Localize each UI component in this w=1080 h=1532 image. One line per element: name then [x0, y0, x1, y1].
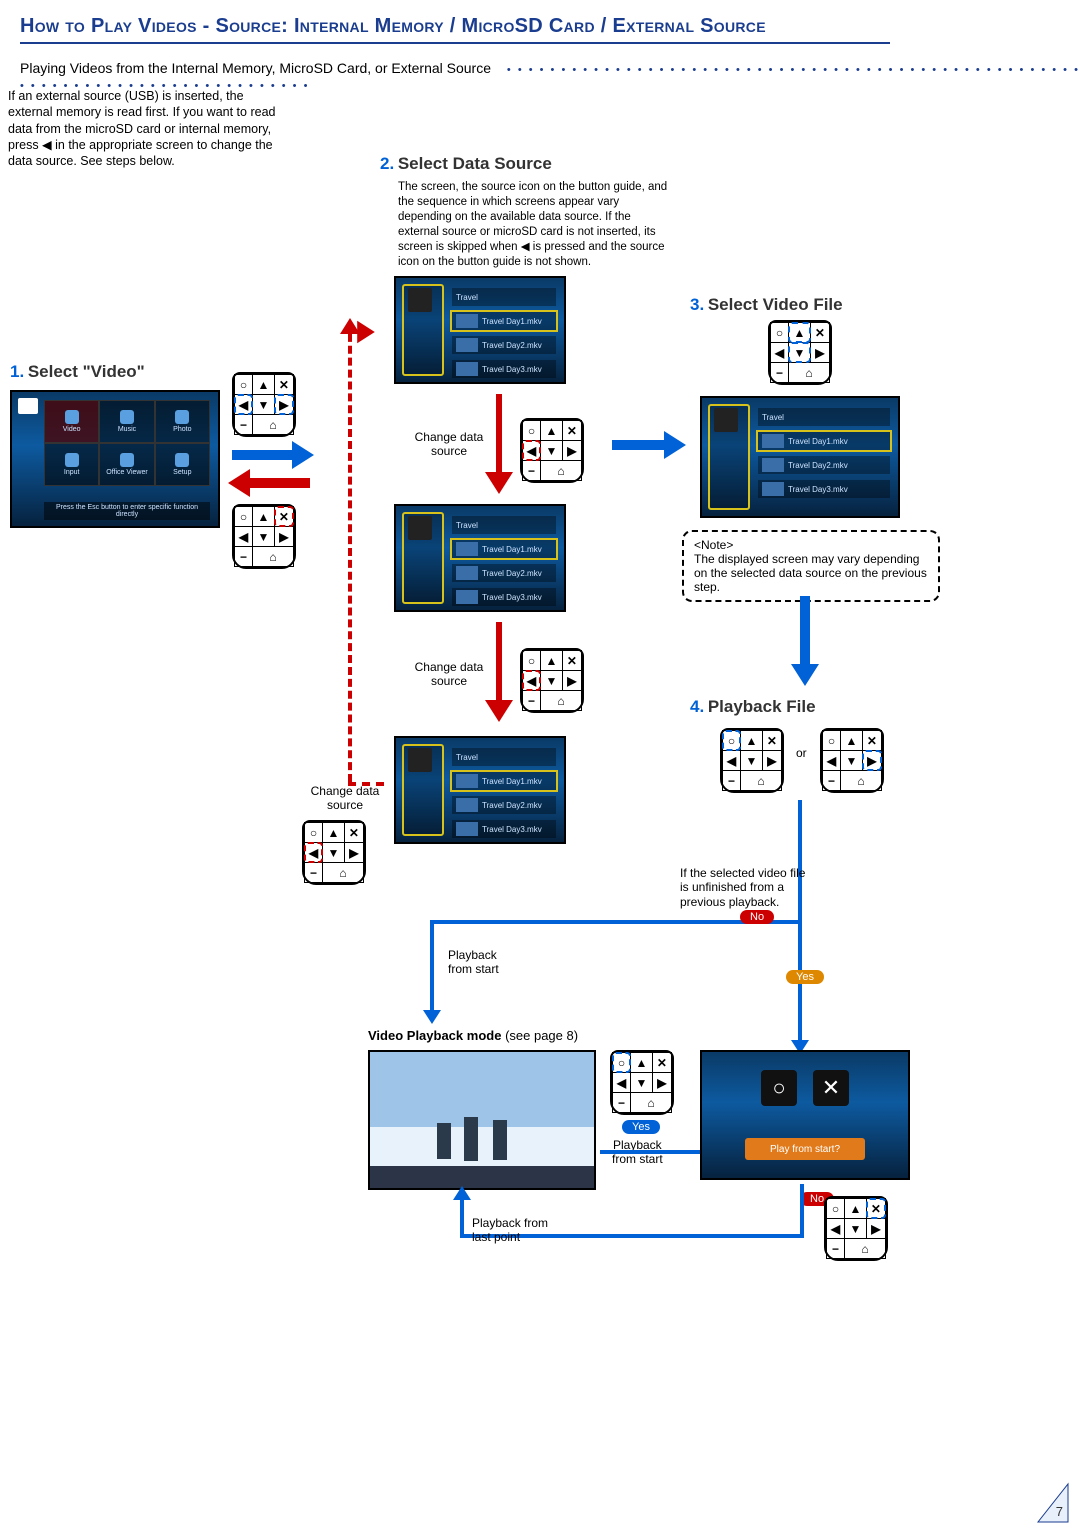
list-item[interactable]: Travel Day3.mkv: [452, 820, 556, 838]
page-title: How to Play Videos - Source: Internal Me…: [20, 15, 766, 37]
pad-left-red: ◀: [523, 441, 541, 461]
pad-left-red: ◀: [523, 671, 541, 691]
step2-title: Select Data Source: [398, 154, 552, 173]
menu-item-video[interactable]: Video: [44, 400, 99, 443]
list-item[interactable]: Travel Day2.mkv: [452, 796, 556, 814]
video-playback-screenshot: [368, 1050, 596, 1190]
page-number-badge: 7: [1036, 1482, 1070, 1524]
button-pad-change-source-3[interactable]: ○▲✕ ◀▼▶ −⌂: [302, 820, 366, 885]
list-item[interactable]: Travel: [452, 748, 556, 766]
change-source-caption-3: Change data source: [300, 784, 390, 813]
note-body: The displayed screen may vary depending …: [694, 552, 927, 594]
menu-item-music[interactable]: Music: [99, 400, 154, 443]
step2-device-sd: Travel Travel Day1.mkv Travel Day2.mkv T…: [394, 504, 566, 612]
dialog-o-button[interactable]: ○: [761, 1070, 797, 1106]
note-box: <Note> The displayed screen may vary dep…: [682, 530, 940, 602]
pad-left-red: ◀: [305, 843, 323, 863]
list-item[interactable]: Travel: [452, 288, 556, 306]
playback-from-last-caption: Playback from last point: [472, 1216, 548, 1245]
list-item[interactable]: Travel Day3.mkv: [452, 360, 556, 378]
step2-body: The screen, the source icon on the butto…: [398, 180, 673, 270]
list-item[interactable]: Travel Day2.mkv: [758, 456, 890, 474]
film-icon: [408, 748, 432, 772]
step1-device-menu: Video Music Photo Input Office Viewer Se…: [10, 390, 220, 528]
intro-text: If an external source (USB) is inserted,…: [8, 88, 278, 169]
list-item[interactable]: Travel Day2.mkv: [452, 564, 556, 582]
film-icon: [408, 516, 432, 540]
pad-up-blue: ▲: [788, 323, 810, 343]
dialog-text: Play from start?: [745, 1138, 865, 1160]
change-source-caption-2: Change data source: [404, 660, 494, 689]
button-pad-playback-no[interactable]: ○▲✕ ◀▼▶ −⌂: [824, 1196, 888, 1261]
button-pad-step1-nav[interactable]: ○▲✕ ◀▼▶ −⌂: [232, 372, 296, 437]
menu-item-office[interactable]: Office Viewer: [99, 443, 154, 486]
list-item[interactable]: Travel Day1.mkv: [758, 432, 890, 450]
pad-right-blue: ▶: [862, 751, 881, 771]
branch-no-pill: No: [740, 910, 774, 924]
header-divider: [20, 42, 890, 44]
note-label: <Note>: [694, 538, 928, 552]
menu-footer: Press the Esc button to enter specific f…: [44, 502, 210, 520]
list-item[interactable]: Travel Day1.mkv: [452, 772, 556, 790]
pad-x-blue: ✕: [866, 1199, 885, 1219]
button-pad-step1-x[interactable]: ○▲✕ ◀▼▶ −⌂: [232, 504, 296, 569]
branch-yes-pill: Yes: [786, 970, 824, 984]
video-playback-mode-label: Video Playback mode (see page 8): [368, 1028, 578, 1043]
pad-left-highlight: ◀: [235, 395, 253, 415]
step1-number: 1.: [10, 362, 24, 381]
menu-item-setup[interactable]: Setup: [155, 443, 210, 486]
button-pad-playback-yes[interactable]: ○▲✕ ◀▼▶ −⌂: [610, 1050, 674, 1115]
dialog-x-button[interactable]: ✕: [813, 1070, 849, 1106]
playback-from-start-caption-1: Playback from start: [448, 948, 499, 977]
step3-device: Travel Travel Day1.mkv Travel Day2.mkv T…: [700, 396, 900, 518]
button-pad-step3-nav[interactable]: ○▲✕ ◀▼▶ −⌂: [768, 320, 832, 385]
or-label: or: [796, 746, 807, 760]
step1-title: Select "Video": [28, 362, 145, 381]
list-item[interactable]: Travel Day1.mkv: [452, 540, 556, 558]
button-pad-step4-right[interactable]: ○▲✕ ◀▼▶ −⌂: [820, 728, 884, 793]
film-icon: [714, 408, 738, 432]
step2-number: 2.: [380, 154, 394, 173]
page-number: 7: [1056, 1504, 1063, 1519]
step2-device-ext: Travel Travel Day1.mkv Travel Day2.mkv T…: [394, 276, 566, 384]
sd-icon: [18, 398, 38, 414]
step4-number: 4.: [690, 697, 704, 716]
play-from-start-dialog: ○ ✕ Play from start?: [700, 1050, 910, 1180]
button-pad-change-source-1[interactable]: ○▲✕ ◀▼▶ −⌂: [520, 418, 584, 483]
menu-item-input[interactable]: Input: [44, 443, 99, 486]
menu-item-photo[interactable]: Photo: [155, 400, 210, 443]
list-item[interactable]: Travel: [758, 408, 890, 426]
yes-pill-playback: Yes: [622, 1120, 660, 1134]
step4-title: Playback File: [708, 697, 816, 716]
step2-device-int: Travel Travel Day1.mkv Travel Day2.mkv T…: [394, 736, 566, 844]
unfinished-caption: If the selected video file is unfinished…: [680, 866, 810, 909]
button-pad-change-source-2[interactable]: ○▲✕ ◀▼▶ −⌂: [520, 648, 584, 713]
change-source-caption-1: Change data source: [404, 430, 494, 459]
step3-number: 3.: [690, 295, 704, 314]
pad-down-blue: ▼: [788, 343, 810, 363]
list-item[interactable]: Travel Day1.mkv: [452, 312, 556, 330]
pad-right-highlight: ▶: [274, 395, 293, 415]
list-item[interactable]: Travel Day3.mkv: [758, 480, 890, 498]
list-item[interactable]: Travel Day2.mkv: [452, 336, 556, 354]
step3-title: Select Video File: [708, 295, 843, 314]
pad-o-blue: ○: [613, 1053, 631, 1073]
film-icon: [408, 288, 432, 312]
list-item[interactable]: Travel: [452, 516, 556, 534]
button-pad-step4-o[interactable]: ○▲✕ ◀▼▶ −⌂: [720, 728, 784, 793]
pad-o-blue: ○: [723, 731, 741, 751]
list-item[interactable]: Travel Day3.mkv: [452, 588, 556, 606]
pad-x-highlight: ✕: [274, 507, 293, 527]
